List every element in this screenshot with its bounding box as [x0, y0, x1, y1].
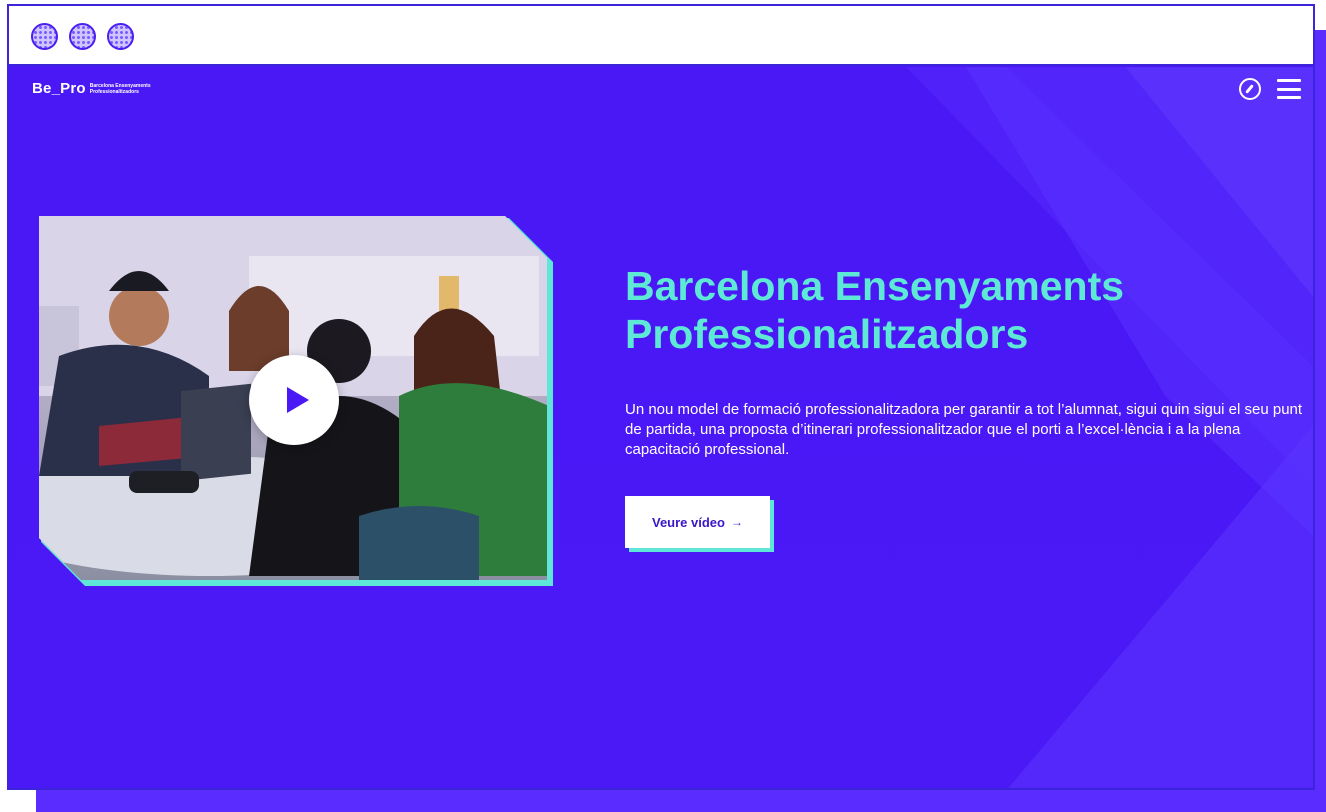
window-control-button[interactable] — [31, 23, 58, 50]
hero-section: Be_Pro Barcelona Ensenyaments Profession… — [9, 66, 1313, 788]
logo-wordmark: Be_Pro — [32, 80, 86, 97]
window-control-button[interactable] — [69, 23, 96, 50]
hero-description: Un nou model de formació professionalitz… — [625, 401, 1303, 458]
browser-window: Be_Pro Barcelona Ensenyaments Profession… — [7, 4, 1315, 790]
hamburger-menu-icon[interactable] — [1277, 79, 1301, 99]
video-thumbnail[interactable] — [39, 216, 547, 580]
hero-title: Barcelona Ensenyaments Professionalitzad… — [625, 262, 1245, 358]
compass-icon[interactable] — [1239, 78, 1261, 100]
play-icon[interactable] — [249, 355, 339, 445]
hero-title-line: Professionalitzadors — [625, 311, 1029, 357]
header-actions — [1239, 78, 1301, 100]
watch-video-label: Veure vídeo — [652, 514, 725, 530]
browser-titlebar — [9, 6, 1313, 66]
logo-subtitle-line: Professionalitzadors — [89, 88, 139, 95]
watch-video-button[interactable]: Veure vídeo → — [625, 496, 770, 548]
logo-subtitle: Barcelona Ensenyaments Professionalitzad… — [90, 83, 160, 95]
hero-title-line: Barcelona Ensenyaments — [625, 263, 1125, 309]
arrow-right-icon: → — [730, 515, 743, 529]
window-control-button[interactable] — [107, 23, 134, 50]
site-logo[interactable]: Be_Pro Barcelona Ensenyaments Profession… — [32, 80, 160, 97]
